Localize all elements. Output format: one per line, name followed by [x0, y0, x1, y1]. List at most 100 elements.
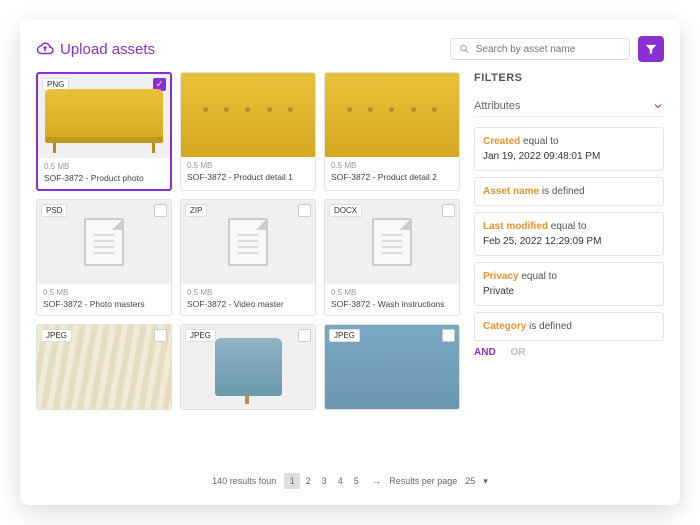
- results-count: 140 results foun: [212, 476, 276, 486]
- page-number[interactable]: 4: [332, 473, 348, 489]
- logic-or[interactable]: OR: [510, 347, 525, 358]
- asset-grid: PNG0.5 MBSOF-3872 - Product photoPNG0.5 …: [36, 72, 460, 465]
- page-list: 12345: [284, 473, 364, 489]
- page-number[interactable]: 1: [284, 473, 300, 489]
- cloud-upload-icon: [36, 40, 54, 58]
- asset-title: SOF-3872 - Product photo: [44, 173, 164, 183]
- per-page-chevron-icon: ▾: [483, 476, 488, 487]
- asset-thumbnail: PNG: [181, 73, 315, 157]
- logic-and[interactable]: AND: [474, 347, 496, 358]
- select-checkbox[interactable]: [442, 329, 455, 342]
- select-checkbox[interactable]: [298, 329, 311, 342]
- asset-card[interactable]: JPEG: [324, 324, 460, 410]
- asset-card[interactable]: PNG 0.5 MB SOF-3872 - Product detail 1: [180, 72, 316, 191]
- rule-operator: is defined: [529, 321, 572, 332]
- format-badge: JPEG: [41, 329, 72, 342]
- rule-operator: equal to: [551, 221, 587, 232]
- rule-key: Asset name: [483, 186, 539, 197]
- asset-thumbnail: PNG: [325, 73, 459, 157]
- select-checkbox[interactable]: [154, 329, 167, 342]
- rule-key: Category: [483, 321, 526, 332]
- asset-thumbnail: JPEG: [181, 325, 315, 409]
- topbar: Upload assets: [36, 36, 664, 62]
- filter-rule[interactable]: Last modified equal to Feb 25, 2022 12:29…: [474, 212, 664, 256]
- page-number[interactable]: 5: [348, 473, 364, 489]
- asset-thumbnail: DOCX: [325, 200, 459, 284]
- search-icon: [459, 43, 470, 55]
- asset-size: 0.5 MB: [331, 288, 453, 297]
- asset-size: 0.5 MB: [187, 288, 309, 297]
- format-badge: PSD: [41, 204, 67, 217]
- upload-label: Upload assets: [60, 41, 155, 58]
- select-checkbox[interactable]: [442, 204, 455, 217]
- logic-operators: AND OR: [474, 347, 664, 358]
- format-badge: DOCX: [329, 204, 362, 217]
- asset-meta: 0.5 MB SOF-3872 - Product photo: [38, 158, 170, 189]
- filter-rule[interactable]: Asset name is defined: [474, 177, 664, 206]
- asset-card[interactable]: JPEG: [180, 324, 316, 410]
- rule-key: Privacy: [483, 271, 519, 282]
- asset-meta: 0.5 MB SOF-3872 - Product detail 1: [181, 157, 315, 188]
- rule-value: Jan 19, 2022 09:48:01 PM: [483, 149, 655, 164]
- next-page-arrow[interactable]: →: [372, 476, 381, 486]
- rule-value: Private: [483, 284, 655, 299]
- asset-meta: 0.5 MB SOF-3872 - Video master: [181, 284, 315, 315]
- select-checkbox[interactable]: [298, 204, 311, 217]
- filter-rule[interactable]: Privacy equal to Private: [474, 262, 664, 306]
- top-right-controls: [450, 36, 664, 62]
- asset-title: SOF-3872 - Product detail 1: [187, 172, 309, 182]
- asset-size: 0.5 MB: [43, 288, 165, 297]
- asset-thumbnail: JPEG: [325, 325, 459, 409]
- asset-meta: 0.5 MB SOF-3872 - Product detail 2: [325, 157, 459, 188]
- rule-operator: is defined: [542, 186, 585, 197]
- main-content: PNG0.5 MBSOF-3872 - Product photoPNG0.5 …: [36, 72, 664, 465]
- rule-key: Created: [483, 136, 520, 147]
- attributes-label: Attributes: [474, 100, 520, 112]
- asset-title: SOF-3872 - Video master: [187, 299, 309, 309]
- rule-key: Last modified: [483, 221, 548, 232]
- asset-size: 0.5 MB: [44, 162, 164, 171]
- asset-thumbnail: PSD: [37, 200, 171, 284]
- asset-title: SOF-3872 - Photo masters: [43, 299, 165, 309]
- upload-assets-button[interactable]: Upload assets: [36, 40, 155, 58]
- asset-card[interactable]: ZIP 0.5 MB SOF-3872 - Video master: [180, 199, 316, 316]
- asset-size: 0.5 MB: [331, 161, 453, 170]
- asset-card[interactable]: DOCX 0.5 MB SOF-3872 - Wash instructions: [324, 199, 460, 316]
- asset-size: 0.5 MB: [187, 161, 309, 170]
- asset-thumbnail: ZIP: [181, 200, 315, 284]
- search-input-wrapper[interactable]: [450, 38, 630, 60]
- filter-rule[interactable]: Created equal to Jan 19, 2022 09:48:01 PM: [474, 127, 664, 171]
- filter-rule[interactable]: Category is defined: [474, 312, 664, 341]
- pagination: 140 results foun 12345 → Results per pag…: [36, 465, 664, 489]
- rule-operator: equal to: [523, 136, 559, 147]
- format-badge: JPEG: [185, 329, 216, 342]
- format-badge: ZIP: [185, 204, 207, 217]
- filter-button[interactable]: [638, 36, 664, 62]
- app-window: Upload assets PNG 0.5 MB SOF-3872 - Produc…: [20, 20, 680, 505]
- asset-card[interactable]: JPEG: [36, 324, 172, 410]
- search-input[interactable]: [476, 44, 621, 55]
- per-page-label: Results per page: [389, 476, 457, 486]
- filters-panel: FILTERS Attributes Created equal to Jan 1…: [474, 72, 664, 465]
- asset-thumbnail: JPEG: [37, 325, 171, 409]
- asset-card[interactable]: PNG 0.5 MB SOF-3872 - Product photo: [36, 72, 172, 191]
- page-number[interactable]: 2: [300, 473, 316, 489]
- per-page-value[interactable]: 25: [465, 476, 475, 486]
- asset-meta: 0.5 MB SOF-3872 - Photo masters: [37, 284, 171, 315]
- filter-icon: [644, 42, 658, 56]
- select-checkbox[interactable]: [154, 204, 167, 217]
- asset-card[interactable]: PNG 0.5 MB SOF-3872 - Product detail 2: [324, 72, 460, 191]
- asset-title: SOF-3872 - Wash instructions: [331, 299, 453, 309]
- asset-title: SOF-3872 - Product detail 2: [331, 172, 453, 182]
- filters-heading: FILTERS: [474, 72, 664, 84]
- asset-thumbnail: PNG: [38, 74, 170, 158]
- rule-operator: equal to: [521, 271, 557, 282]
- rule-value: Feb 25, 2022 12:29:09 PM: [483, 234, 655, 249]
- attributes-toggle[interactable]: Attributes: [474, 96, 664, 117]
- format-badge: JPEG: [329, 329, 360, 342]
- filter-rules-list: Created equal to Jan 19, 2022 09:48:01 PM…: [474, 127, 664, 341]
- page-number[interactable]: 3: [316, 473, 332, 489]
- chevron-down-icon: [652, 100, 664, 112]
- asset-card[interactable]: PSD 0.5 MB SOF-3872 - Photo masters: [36, 199, 172, 316]
- asset-meta: 0.5 MB SOF-3872 - Wash instructions: [325, 284, 459, 315]
